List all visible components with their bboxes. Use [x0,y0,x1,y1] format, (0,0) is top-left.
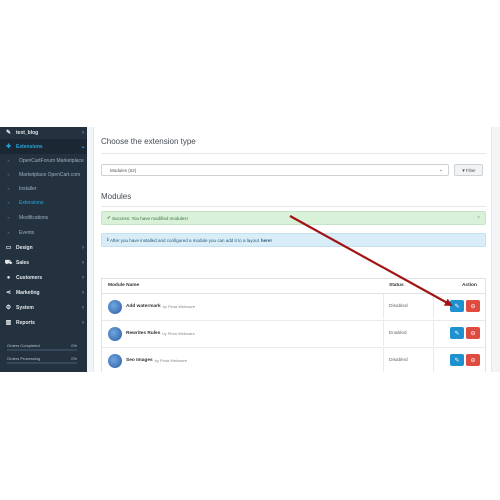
info-alert: ℹ After you have installed and configure… [101,233,486,247]
layout-link[interactable]: here! [261,238,272,243]
minus-circle-icon: ⊖ [470,330,476,337]
double-chevron-icon: » [7,230,10,235]
chevron-right-icon: › [82,259,84,266]
chevron-right-icon: › [82,129,84,136]
module-logo-icon [108,326,122,341]
success-text: Success: You have modified modules! [112,215,188,221]
module-author: by Pinta Webware [154,358,188,363]
chevron-down-icon: ⌄ [438,167,443,173]
sidebar-item-marketing[interactable]: ⋖ Marketing › [0,285,87,300]
extension-type-select[interactable]: Modules (62) ⌄ [101,164,449,176]
modules-table: Module Name Status Action Add watermark … [101,278,486,372]
header-action: Action [462,283,477,288]
stat-label: Orders Completed [7,343,40,348]
table-row: Rewrites Rules by Pinta Webware Enabled … [102,321,485,348]
main-content: Choose the extension type Modules (62) ⌄… [88,127,500,372]
monitor-icon: ▭ [5,245,12,251]
sidebar-item-extensions[interactable]: ✚ Extensions ⌄ [0,139,87,154]
edit-button[interactable]: ✎ [450,300,464,312]
progress-bar [7,362,77,364]
sidebar-subitem-opencartforum[interactable]: » OpenCartForum Marketplace [0,153,87,168]
share-icon: ⋖ [5,290,12,296]
module-cell: Seo Images by Pinta Webware [102,348,384,372]
uninstall-button[interactable]: ⊖ [466,354,480,366]
sidebar-subitem-events[interactable]: » Events [0,225,87,240]
modules-title: Modules [101,192,132,201]
sidebar-subitem-installer[interactable]: » Installer [0,181,87,196]
gear-icon: ⚙ [5,305,12,311]
module-name: Seo Images [126,358,153,363]
sidebar-item-customers[interactable]: ● Customers › [0,270,87,285]
module-status: Enabled [389,331,407,336]
user-icon: ● [6,274,11,281]
stat-orders-completed: Orders Completed 0% [7,343,77,351]
module-status: Disabled [389,358,408,363]
chevron-right-icon: › [82,304,84,311]
edit-button[interactable]: ✎ [450,327,464,339]
uninstall-button[interactable]: ⊖ [466,300,480,312]
chevron-right-icon: › [82,289,84,296]
module-status: Disabled [389,304,408,309]
module-cell: Rewrites Rules by Pinta Webware [102,321,384,346]
select-value: Modules (62) [110,167,137,173]
stat-label: Orders Processing [7,356,41,361]
module-author: by Pinta Webware [162,304,196,309]
module-cell: Add watermark by Pinta Webware [102,294,384,319]
section-title: Choose the extension type [101,137,196,146]
cart-icon: ⛟ [4,259,13,266]
stat-orders-processing: Orders Processing 0% [7,356,77,364]
pencil-icon: ✎ [454,303,460,310]
module-logo-icon [108,299,122,314]
stat-value: 0% [71,343,77,348]
chevron-down-icon: ⌄ [80,144,86,150]
chevron-right-icon: › [82,274,84,281]
table-row: Add watermark by Pinta Webware Disabled … [102,294,485,321]
success-alert: ✔ Success: You have modified modules! × [101,211,486,225]
chevron-right-icon: › [82,319,84,326]
minus-circle-icon: ⊖ [470,303,476,310]
puzzle-icon: ✚ [5,144,12,150]
double-chevron-icon: » [7,200,10,205]
header-module-name: Module Name [108,283,140,288]
chevron-right-icon: › [82,244,84,251]
sidebar-subitem-extensions[interactable]: » Extensions [0,195,87,210]
sidebar-item-reports[interactable]: ▥ Reports › [0,315,87,330]
double-chevron-icon: » [7,158,10,163]
divider [101,206,486,207]
double-chevron-icon: » [7,215,10,220]
minus-circle-icon: ⊖ [470,357,476,364]
module-author: by Pinta Webware [162,331,195,336]
double-chevron-icon: » [7,172,10,177]
double-chevron-icon: » [7,186,10,191]
filter-button[interactable]: ▼ Filter [454,164,483,176]
sidebar-item-design[interactable]: ▭ Design › [0,240,87,255]
module-name: Rewrites Rules [126,331,161,336]
divider [101,153,486,154]
pencil-icon: ✎ [5,130,12,136]
stat-value: 0% [71,356,77,361]
header-status: Status [389,283,404,288]
info-text: After you have installed and configured … [109,237,259,243]
sidebar: ✎ text_blog › ✚ Extensions ⌄ » OpenCartF… [0,127,87,372]
sidebar-item-sales[interactable]: ⛟ Sales › [0,255,87,270]
bar-chart-icon: ▥ [5,320,12,326]
uninstall-button[interactable]: ⊖ [466,327,480,339]
sidebar-subitem-marketplace[interactable]: » Marketplace OpenCart.com [0,167,87,182]
pencil-icon: ✎ [454,330,460,337]
pencil-icon: ✎ [454,357,460,364]
sidebar-item-system[interactable]: ⚙ System › [0,300,87,315]
edit-button[interactable]: ✎ [450,354,464,366]
module-logo-icon [108,353,122,368]
sidebar-subitem-modifications[interactable]: » Modifications [0,210,87,225]
close-icon[interactable]: × [477,215,480,221]
progress-bar [7,349,77,351]
table-row: Seo Images by Pinta Webware Disabled ✎ ⊖ [102,348,485,372]
table-header: Module Name Status Action [102,279,485,294]
screenshot-frame: ✎ text_blog › ✚ Extensions ⌄ » OpenCartF… [0,127,500,372]
extensions-panel: Choose the extension type Modules (62) ⌄… [93,127,492,372]
module-name: Add watermark [126,304,161,309]
